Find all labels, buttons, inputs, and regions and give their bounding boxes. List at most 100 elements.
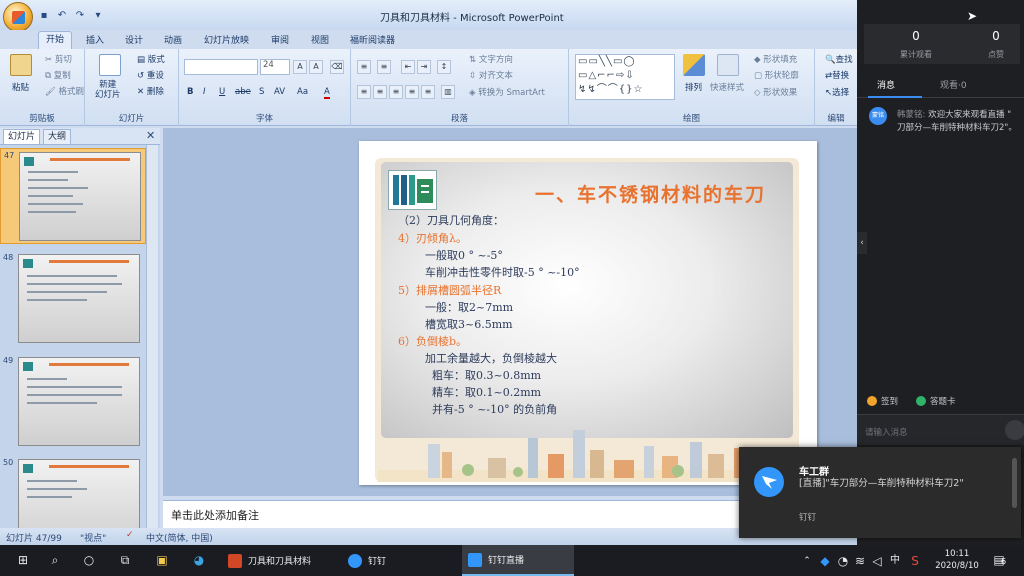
align-left-icon[interactable]: ≡ bbox=[357, 85, 371, 99]
taskbar-app-powerpoint[interactable]: 刀具和刀具材料 bbox=[222, 545, 336, 576]
clear-format-icon[interactable]: ⌫ bbox=[330, 60, 344, 74]
toast-app-name: 钉钉 bbox=[799, 513, 817, 523]
change-case-button[interactable]: Aa bbox=[297, 87, 308, 97]
tab-viewers[interactable]: 观看·0 bbox=[940, 78, 967, 91]
distribute-icon[interactable]: ≡ bbox=[421, 85, 435, 99]
checkin-icon bbox=[867, 395, 877, 406]
font-color-button[interactable]: A bbox=[324, 87, 330, 99]
columns-icon[interactable]: ▥ bbox=[441, 85, 455, 99]
quick-styles-button[interactable]: 快速样式 bbox=[710, 81, 744, 93]
send-icon[interactable] bbox=[1005, 420, 1024, 440]
undo-icon[interactable]: ↶ bbox=[56, 10, 68, 22]
shapes-gallery[interactable]: ▭▭╲╲▭◯ ▭△⌐⌐⇨⇩ ↯↯⌒⌒{}☆ bbox=[575, 54, 675, 100]
wifi-icon[interactable]: ≋ bbox=[853, 554, 867, 568]
checkin-button[interactable]: 签到 bbox=[867, 393, 898, 408]
format-painter-button[interactable]: 🖌 格式刷 bbox=[45, 85, 84, 97]
slide-thumbnail-48[interactable]: 48 bbox=[0, 251, 146, 347]
paste-icon[interactable] bbox=[10, 54, 32, 76]
justify-icon[interactable]: ≡ bbox=[405, 85, 419, 99]
tab-home[interactable]: 开始 bbox=[38, 31, 72, 49]
slide-line: （2）刀具几何角度： bbox=[398, 214, 504, 227]
taskbar-app-label: 钉钉直播 bbox=[488, 556, 525, 566]
tab-review[interactable]: 审阅 bbox=[271, 33, 289, 46]
slide-thumbnail-47[interactable]: 47 bbox=[0, 148, 146, 244]
align-center-icon[interactable]: ≡ bbox=[373, 85, 387, 99]
tab-outline[interactable]: 大纲 bbox=[43, 129, 72, 144]
ime-indicator[interactable]: 中 bbox=[888, 554, 902, 568]
layout-button[interactable]: ▤ 版式 bbox=[137, 53, 165, 65]
select-button[interactable]: ↖选择 bbox=[825, 86, 849, 98]
bullets-icon[interactable]: ≡ bbox=[357, 60, 371, 74]
replace-button[interactable]: ⇄替换 bbox=[825, 69, 849, 81]
delete-slide-button[interactable]: ✕ 删除 bbox=[137, 85, 164, 97]
task-view-icon[interactable]: ⧉ bbox=[118, 553, 132, 567]
store-icon[interactable]: ▣ bbox=[155, 553, 169, 567]
arrange-icon[interactable] bbox=[683, 54, 705, 76]
tray-dingtalk-icon[interactable]: ◆ bbox=[818, 554, 832, 568]
shape-outline-button[interactable]: ▢ 形状轮廓 bbox=[754, 69, 799, 81]
tab-design[interactable]: 设计 bbox=[125, 33, 143, 46]
tab-slideshow[interactable]: 幻灯片放映 bbox=[204, 33, 249, 46]
underline-button[interactable]: U bbox=[219, 87, 225, 97]
numbering-icon[interactable]: ≡ bbox=[377, 60, 391, 74]
customize-qat-icon[interactable]: ▾ bbox=[92, 10, 104, 22]
cortana-icon[interactable]: ○ bbox=[82, 553, 96, 567]
tab-foxit[interactable]: 福昕阅读器 bbox=[350, 33, 395, 46]
spellcheck-icon[interactable]: ✓ bbox=[126, 530, 134, 540]
network-icon[interactable]: ◔ bbox=[836, 554, 850, 568]
paste-button[interactable]: 粘贴 bbox=[12, 81, 29, 93]
collapse-panel-icon[interactable]: ‹ bbox=[857, 232, 867, 254]
show-hidden-icons-icon[interactable]: ⌃ bbox=[800, 554, 814, 568]
redo-icon[interactable]: ↷ bbox=[74, 10, 86, 22]
save-icon[interactable]: ▪ bbox=[38, 10, 50, 22]
tab-slides-thumbnails[interactable]: 幻灯片 bbox=[3, 129, 41, 144]
taskbar-app-dingtalk[interactable]: 钉钉 bbox=[342, 545, 454, 576]
font-size-select[interactable]: 24 bbox=[260, 59, 290, 75]
shrink-font-icon[interactable]: A bbox=[309, 60, 323, 74]
italic-button[interactable]: I bbox=[203, 87, 206, 97]
ribbon: 粘贴 ✂ 剪切 ⧉ 复制 🖌 格式刷 剪贴板 新建 幻灯片 ▤ 版式 ↺ 重设 … bbox=[0, 49, 857, 126]
office-button[interactable] bbox=[3, 2, 33, 32]
arrange-button[interactable]: 排列 bbox=[685, 81, 702, 93]
volume-icon[interactable]: ◁ bbox=[870, 554, 884, 568]
decrease-indent-icon[interactable]: ⇤ bbox=[401, 60, 415, 74]
new-slide-button[interactable]: 新建 幻灯片 bbox=[95, 80, 121, 100]
smartart-button[interactable]: ◈ 转换为 SmartArt bbox=[469, 86, 545, 98]
clock[interactable]: 10:11 2020/8/10 bbox=[934, 548, 980, 572]
font-family-select[interactable] bbox=[184, 59, 258, 75]
cut-button[interactable]: ✂ 剪切 bbox=[45, 53, 72, 65]
bold-button[interactable]: B bbox=[187, 87, 193, 97]
start-icon[interactable]: ⊞ bbox=[16, 553, 30, 567]
tab-insert[interactable]: 插入 bbox=[86, 33, 104, 46]
search-icon[interactable]: ⌕ bbox=[48, 553, 62, 567]
text-direction-button[interactable]: ⇅ 文字方向 bbox=[469, 53, 513, 65]
close-pane-icon[interactable]: ✕ bbox=[146, 129, 155, 142]
shape-fill-button[interactable]: ◆ 形状填充 bbox=[754, 53, 797, 65]
slide-thumbnail-49[interactable]: 49 bbox=[0, 354, 146, 450]
tray-app-icon[interactable]: S bbox=[908, 554, 922, 568]
tab-view[interactable]: 视图 bbox=[311, 33, 329, 46]
grow-font-icon[interactable]: A bbox=[293, 60, 307, 74]
dingtalk-live-icon bbox=[468, 552, 482, 567]
copy-button[interactable]: ⧉ 复制 bbox=[45, 69, 71, 81]
shadow-button[interactable]: S bbox=[259, 87, 264, 97]
char-spacing-button[interactable]: AV bbox=[274, 87, 285, 97]
quiz-button[interactable]: 答题卡 bbox=[916, 393, 956, 408]
tab-animation[interactable]: 动画 bbox=[164, 33, 182, 46]
reset-button[interactable]: ↺ 重设 bbox=[137, 69, 164, 81]
align-right-icon[interactable]: ≡ bbox=[389, 85, 403, 99]
increase-indent-icon[interactable]: ⇥ bbox=[417, 60, 431, 74]
shape-effects-button[interactable]: ◇ 形状效果 bbox=[754, 86, 797, 98]
new-slide-icon[interactable] bbox=[99, 54, 121, 76]
find-button[interactable]: 🔍查找 bbox=[825, 53, 853, 65]
slide-number: 49 bbox=[3, 356, 14, 365]
line-spacing-icon[interactable]: ↕ bbox=[437, 60, 451, 74]
edge-icon[interactable]: ◕ bbox=[192, 553, 206, 567]
align-text-button[interactable]: ⇳ 对齐文本 bbox=[469, 69, 513, 81]
quick-styles-icon[interactable] bbox=[717, 54, 739, 76]
taskbar-app-dingtalk-live[interactable]: 钉钉直播 bbox=[462, 545, 574, 576]
tab-messages[interactable]: 消息 bbox=[877, 78, 895, 91]
strikethrough-button[interactable]: abe bbox=[235, 87, 251, 97]
notification-count: 6 bbox=[1001, 557, 1007, 566]
slides-pane-scrollbar[interactable] bbox=[146, 145, 158, 528]
